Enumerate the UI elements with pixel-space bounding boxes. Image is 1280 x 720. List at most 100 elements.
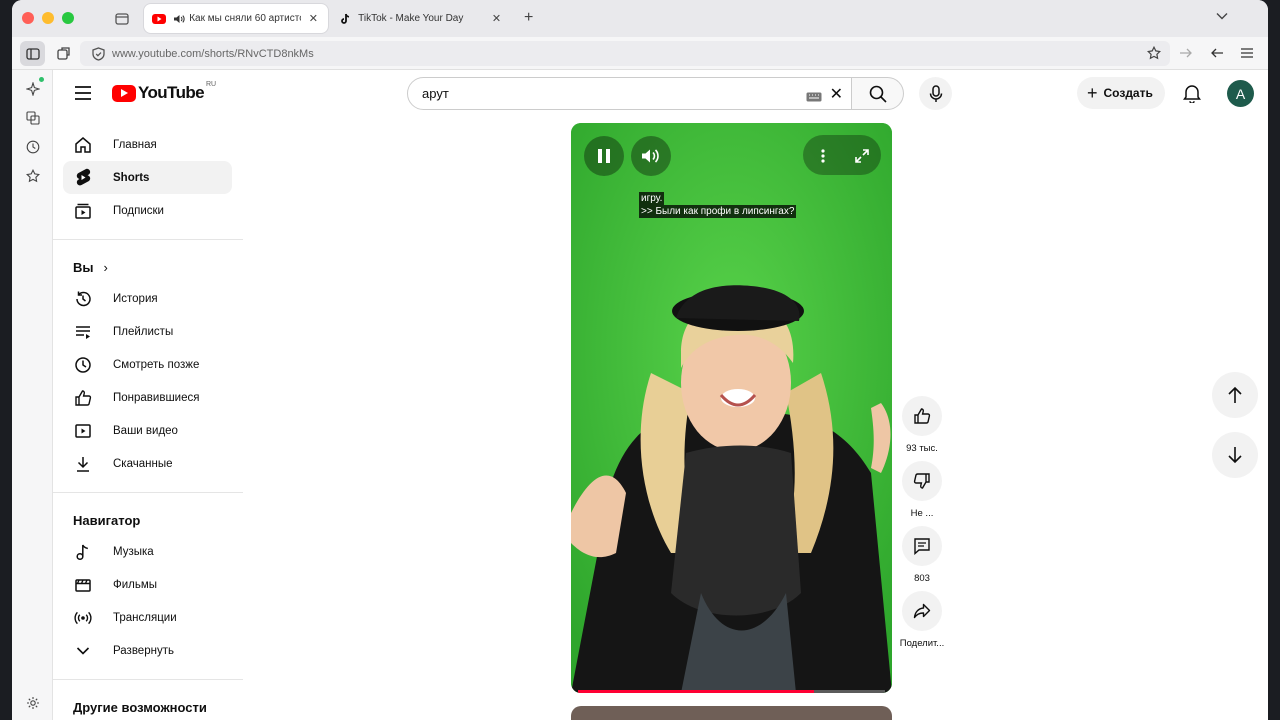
- comments-button[interactable]: [902, 526, 942, 566]
- maximize-window-button[interactable]: [62, 12, 74, 24]
- music-icon: [73, 542, 93, 562]
- extensions-icon[interactable]: [56, 45, 72, 61]
- favorites-star-icon[interactable]: [25, 168, 40, 183]
- guide-item-label: Музыка: [113, 545, 154, 558]
- settings-gear-icon[interactable]: [25, 695, 40, 710]
- video-progress-bar[interactable]: [578, 690, 885, 693]
- tab-archive-icon[interactable]: [114, 10, 130, 26]
- live-icon: [73, 608, 93, 628]
- notifications-bell-icon[interactable]: [1181, 82, 1203, 104]
- voice-search-button[interactable]: [919, 77, 952, 110]
- guide-item-watch-later[interactable]: Смотреть позже: [63, 348, 232, 381]
- toolbar: www.youtube.com/shorts/RNvCTD8nkMs: [12, 37, 1268, 70]
- browser-window: Как мы сняли 60 артистов ✕ TikTok - Make…: [12, 0, 1268, 720]
- guide-item-history[interactable]: История: [63, 282, 232, 315]
- guide-section-explore: Навигатор: [53, 505, 255, 535]
- speaker-icon[interactable]: [172, 12, 185, 26]
- guide-section-you[interactable]: Вы ›: [53, 252, 255, 282]
- tab-close-icon[interactable]: ✕: [490, 12, 503, 25]
- guide-item-live[interactable]: Трансляции: [63, 601, 232, 634]
- guide-item-music[interactable]: Музыка: [63, 535, 232, 568]
- guide-item-your-videos[interactable]: Ваши видео: [63, 414, 232, 447]
- share-action[interactable]: Поделит...: [897, 591, 947, 649]
- search-button[interactable]: [852, 77, 904, 110]
- guide-item-liked[interactable]: Понравившиеся: [63, 381, 232, 414]
- guide-item-label: Скачанные: [113, 457, 173, 470]
- youtube-logo[interactable]: YouTube RU: [112, 81, 216, 103]
- back-arrow-icon[interactable]: [1209, 45, 1225, 61]
- history-clock-icon[interactable]: [25, 139, 40, 154]
- tab-list-chevron-icon[interactable]: [1216, 9, 1228, 23]
- sidebar-toggle-icon[interactable]: [20, 41, 45, 66]
- like-button[interactable]: [902, 396, 942, 436]
- your-videos-icon: [73, 421, 93, 441]
- tab-tiktok[interactable]: TikTok - Make Your Day ✕: [331, 4, 511, 33]
- tab-close-icon[interactable]: ✕: [307, 12, 320, 25]
- dislike-button[interactable]: [902, 461, 942, 501]
- guide-item-home[interactable]: Главная: [63, 128, 232, 161]
- subtitle-line: >> Были как профи в липсингах?: [639, 205, 797, 218]
- share-button[interactable]: [902, 591, 942, 631]
- minimize-window-button[interactable]: [42, 12, 54, 24]
- clear-search-icon[interactable]: ✕: [830, 84, 843, 104]
- arrow-up-icon: [1228, 386, 1242, 403]
- bookmark-star-icon[interactable]: [1146, 45, 1162, 61]
- like-action[interactable]: 93 тыс.: [897, 396, 947, 454]
- tab-title: TikTok - Make Your Day: [358, 13, 464, 24]
- video-subtitles: игру. >> Были как профи в липсингах?: [639, 192, 797, 218]
- guide-item-shorts[interactable]: Shorts: [63, 161, 232, 194]
- guide-item-label: Подписки: [113, 204, 164, 217]
- tab-strip: Как мы сняли 60 артистов ✕ TikTok - Make…: [12, 0, 1268, 37]
- guide-item-label: Главная: [113, 138, 157, 151]
- tiktok-favicon-icon: [339, 12, 352, 26]
- shorts-video-player[interactable]: игру. >> Были как профи в липсингах?: [571, 123, 892, 693]
- shield-icon[interactable]: [90, 46, 106, 62]
- guide-divider: [53, 239, 243, 240]
- sparkle-icon[interactable]: [25, 81, 40, 96]
- guide-item-label: Ваши видео: [113, 424, 178, 437]
- address-bar[interactable]: www.youtube.com/shorts/RNvCTD8nkMs: [80, 41, 1170, 66]
- pause-button[interactable]: [584, 136, 624, 176]
- menu-icon[interactable]: [1239, 45, 1255, 61]
- fullscreen-button[interactable]: [842, 136, 882, 176]
- guide-item-downloads[interactable]: Скачанные: [63, 447, 232, 480]
- screenshot-icon[interactable]: [25, 110, 40, 125]
- microphone-icon: [929, 84, 942, 102]
- comments-action[interactable]: 803: [897, 526, 947, 584]
- close-window-button[interactable]: [22, 12, 34, 24]
- section-title: Вы: [73, 259, 94, 275]
- guide-item-movies[interactable]: Фильмы: [63, 568, 232, 601]
- pause-icon: [598, 149, 610, 163]
- guide-divider: [53, 679, 243, 680]
- new-tab-icon[interactable]: +: [524, 9, 533, 27]
- forward-arrow-icon[interactable]: [1178, 45, 1194, 61]
- more-options-button[interactable]: [803, 136, 843, 176]
- search-input[interactable]: арут ✕: [407, 77, 852, 110]
- next-short-button[interactable]: [1212, 432, 1258, 478]
- downloads-icon: [73, 454, 93, 474]
- search-icon: [869, 85, 887, 103]
- video-progress-fill: [578, 690, 815, 693]
- share-label: Поделит...: [899, 638, 945, 649]
- guide-sidebar: Главная Shorts Подписки Вы › История Пле…: [53, 128, 255, 720]
- search-query: арут: [422, 86, 449, 101]
- volume-icon: [642, 149, 659, 163]
- guide-item-subscriptions[interactable]: Подписки: [63, 194, 232, 227]
- guide-item-expand[interactable]: Развернуть: [63, 634, 232, 667]
- section-title: Другие возможности: [73, 699, 207, 715]
- tab-youtube[interactable]: Как мы сняли 60 артистов ✕: [144, 4, 328, 33]
- hamburger-menu-icon[interactable]: [73, 84, 93, 102]
- dislike-action[interactable]: Не ...: [897, 461, 947, 519]
- previous-short-button[interactable]: [1212, 372, 1258, 418]
- fullscreen-icon: [855, 149, 869, 163]
- guide-item-playlists[interactable]: Плейлисты: [63, 315, 232, 348]
- keyboard-icon[interactable]: [806, 89, 822, 101]
- next-short-preview[interactable]: [571, 706, 892, 720]
- volume-button[interactable]: [631, 136, 671, 176]
- create-button[interactable]: + Создать: [1077, 77, 1165, 109]
- url-text: www.youtube.com/shorts/RNvCTD8nkMs: [112, 47, 314, 60]
- account-avatar[interactable]: A: [1227, 80, 1254, 107]
- playlists-icon: [73, 322, 93, 342]
- like-count: 93 тыс.: [906, 443, 938, 454]
- chevron-down-icon: [73, 641, 93, 661]
